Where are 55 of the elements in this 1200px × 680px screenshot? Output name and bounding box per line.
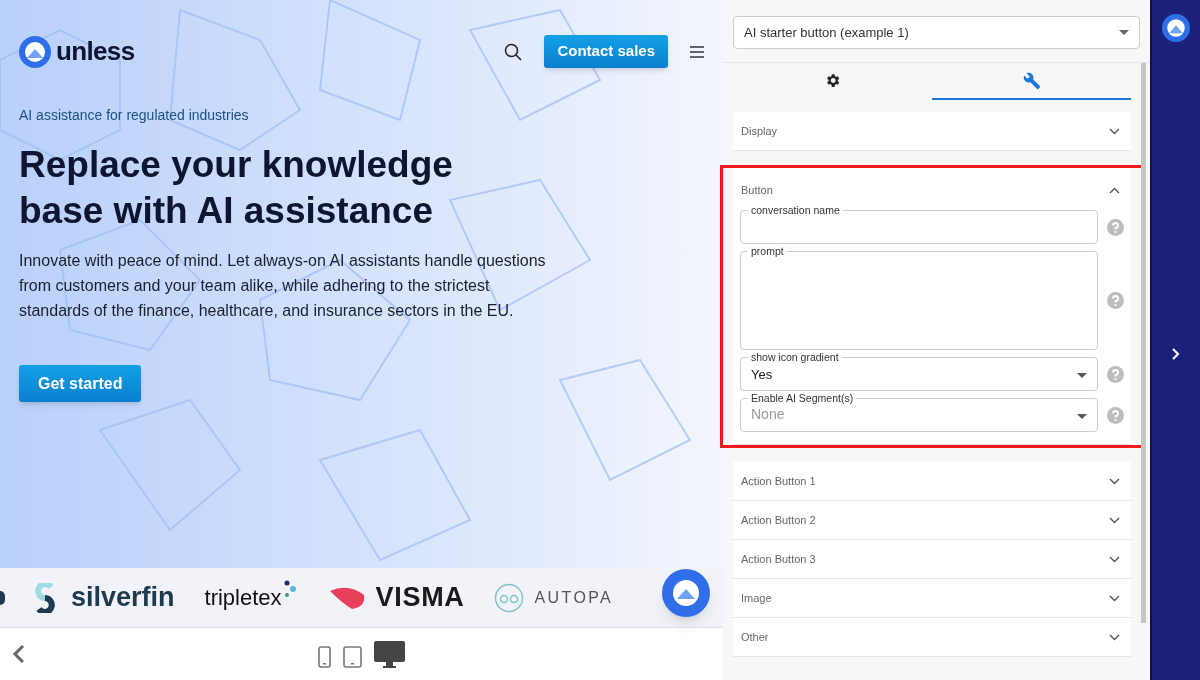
field-label: prompt <box>748 244 787 258</box>
menu-icon[interactable] <box>690 45 704 58</box>
expand-icon[interactable] <box>1172 348 1180 360</box>
accordion-header[interactable]: Display <box>733 112 1131 150</box>
select-value: Yes <box>751 365 773 384</box>
dropdown-caret-icon <box>1119 30 1129 35</box>
select-placeholder: None <box>751 405 785 424</box>
eyebrow-text: AI assistance for regulated industries <box>19 106 250 125</box>
tablet-icon[interactable] <box>343 645 362 668</box>
accordion-header[interactable]: Action Button 2 <box>733 501 1131 539</box>
logo-text[interactable]: unless <box>56 32 135 71</box>
hero-description: Innovate with peace of mind. Let always-on AI assistants handle questions from customers and your team alike, while adhering to the strictest standards of the finance, healthcare, and insurance sectors in the EU. <box>19 251 547 321</box>
dropdown-caret-icon <box>1077 414 1087 419</box>
accordion-header[interactable]: Image <box>733 579 1131 617</box>
brand-logo-text: silverfin <box>71 581 175 615</box>
s-mark-icon <box>35 582 55 613</box>
dropdown-caret-icon <box>1077 373 1087 378</box>
settings-icon <box>824 72 841 89</box>
contact-sales-button[interactable]: Contact sales <box>544 35 668 68</box>
accordion-header[interactable]: Action Button 1 <box>733 462 1131 500</box>
brand-logo-text: VISMA <box>375 581 465 615</box>
scrollbar[interactable] <box>1141 63 1146 623</box>
field-label: show icon gradient <box>748 350 842 364</box>
back-icon[interactable] <box>12 644 26 664</box>
section-title: Action Button 3 <box>741 551 816 567</box>
wrench-icon <box>1022 71 1041 90</box>
field-label: Enable AI Segment(s) <box>748 391 857 405</box>
chevron-down-icon <box>1109 594 1120 602</box>
chevron-down-icon <box>1109 516 1120 524</box>
chevron-down-icon <box>1109 633 1120 641</box>
chat-logo-icon <box>671 578 701 608</box>
desktop-icon[interactable] <box>374 640 405 668</box>
search-icon[interactable] <box>504 42 523 61</box>
brand-logo-text: tripletex <box>204 584 282 612</box>
section-title: Action Button 2 <box>741 512 816 528</box>
section-title: Display <box>741 123 778 139</box>
accordion-header[interactable]: Action Button 3 <box>733 540 1131 578</box>
section-title: Action Button 1 <box>741 473 816 489</box>
section-title: Other <box>741 629 769 645</box>
component-select[interactable]: AI starter button (example 1) <box>733 16 1140 49</box>
chevron-down-icon <box>1109 555 1120 563</box>
accordion-header[interactable]: Button <box>733 168 1131 206</box>
field-label: conversation name <box>748 203 843 217</box>
accordion-header[interactable]: Other <box>733 618 1131 656</box>
phone-icon[interactable] <box>318 645 331 668</box>
logo-icon[interactable] <box>1162 14 1190 42</box>
chevron-up-icon <box>1109 186 1120 194</box>
section-title: Button <box>741 182 773 198</box>
chevron-down-icon <box>1109 477 1120 485</box>
chevron-down-icon <box>1109 127 1120 135</box>
logo-icon <box>19 35 51 68</box>
brand-logo-text: AUTOPA <box>534 587 614 608</box>
section-title: Image <box>741 590 772 606</box>
get-started-button[interactable]: Get started <box>19 365 142 402</box>
headline: Replace your knowledge base with AI assistance <box>19 143 454 233</box>
